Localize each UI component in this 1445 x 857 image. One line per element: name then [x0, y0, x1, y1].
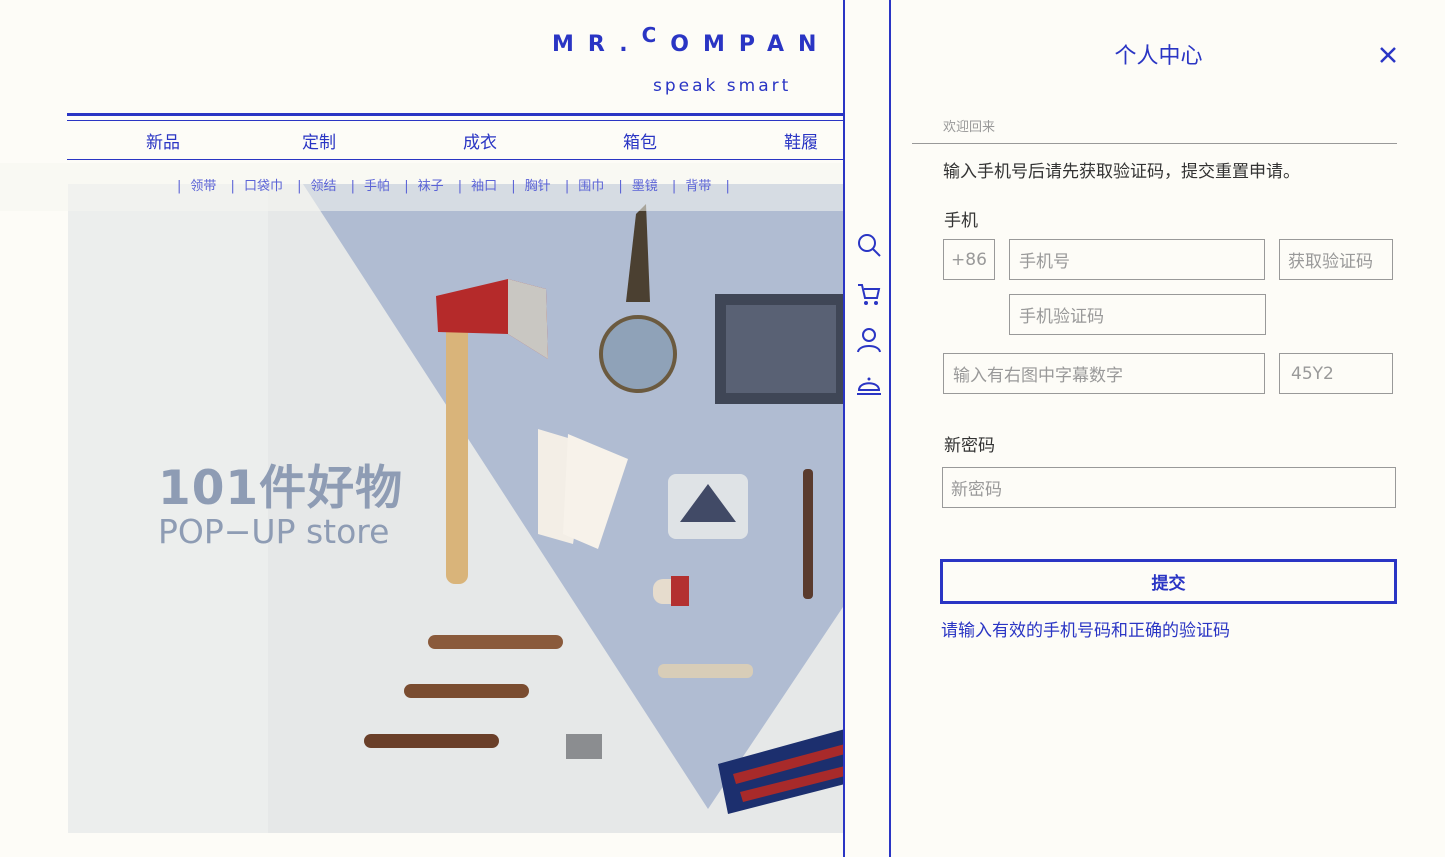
nav-item-new[interactable]: 新品 — [146, 128, 180, 153]
new-password-placeholder: 新密码 — [951, 480, 1002, 500]
new-password-label: 新密码 — [944, 436, 995, 456]
hero-title: 101件好物 — [158, 461, 404, 516]
logo-part-3: OMPAN — [670, 32, 831, 57]
nav-divider-inner — [67, 120, 845, 121]
welcome-text: 欢迎回来 — [943, 120, 996, 135]
hero-banner[interactable]: 101件好物 POP−UP store — [68, 184, 845, 833]
close-icon[interactable] — [1377, 44, 1399, 66]
subnav-item-ties[interactable]: 领带 — [190, 175, 216, 194]
phone-input[interactable]: 手机号 — [1009, 239, 1265, 280]
country-code-value: +86 — [951, 249, 987, 270]
captcha-image[interactable]: 45Y2 — [1279, 353, 1393, 394]
nav-item-bags[interactable]: 箱包 — [623, 128, 657, 153]
get-code-label: 获取验证码 — [1288, 252, 1373, 272]
sms-code-placeholder: 手机验证码 — [1019, 307, 1104, 327]
subnav-item-handkerchiefs[interactable]: 手帕 — [364, 175, 390, 194]
panel-title: 个人中心 — [1114, 44, 1203, 69]
nav-divider-bottom — [67, 159, 845, 160]
nav-item-shoes[interactable]: 鞋履 — [784, 128, 818, 153]
captcha-placeholder: 输入有右图中字幕数字 — [953, 366, 1123, 386]
phone-label: 手机 — [944, 211, 978, 231]
personal-center-panel: 个人中心 欢迎回来 输入手机号后请先获取验证码，提交重置申请。 手机 +86 手… — [891, 0, 1445, 857]
error-message: 请输入有效的手机号码和正确的验证码 — [941, 621, 1230, 641]
captcha-input[interactable]: 输入有右图中字幕数字 — [943, 353, 1265, 394]
page: MR.COMPAN speak smart 新品 定制 成衣 箱包 鞋履 101… — [0, 0, 1445, 857]
subnav-item-brooches[interactable]: 胸针 — [525, 175, 551, 194]
user-icon[interactable] — [856, 327, 882, 353]
nav-item-ready-to-wear[interactable]: 成衣 — [463, 128, 497, 153]
country-code-field[interactable]: +86 — [943, 239, 995, 280]
panel-divider — [912, 143, 1397, 144]
brand-logo[interactable]: MR.COMPAN — [552, 23, 831, 57]
instruction-text: 输入手机号后请先获取验证码，提交重置申请。 — [943, 162, 1300, 182]
logo-part-1: MR. — [552, 32, 642, 57]
phone-placeholder: 手机号 — [1019, 252, 1070, 272]
hero-subtitle: POP−UP store — [158, 512, 390, 551]
storefront: MR.COMPAN speak smart 新品 定制 成衣 箱包 鞋履 101… — [0, 0, 845, 857]
brand-tagline: speak smart — [653, 76, 792, 96]
subnav-item-bowties[interactable]: 领结 — [310, 175, 336, 194]
new-password-input[interactable]: 新密码 — [942, 467, 1396, 508]
sidebar-icon-strip — [843, 0, 891, 857]
subnav-item-cufflinks[interactable]: 袖口 — [471, 175, 497, 194]
sms-code-input[interactable]: 手机验证码 — [1009, 294, 1266, 335]
cloche-icon[interactable] — [856, 373, 882, 399]
subnav-item-sunglasses[interactable]: 墨镜 — [632, 175, 658, 194]
subnav-item-scarves[interactable]: 围巾 — [578, 175, 604, 194]
submit-button[interactable]: 提交 — [940, 559, 1397, 604]
captcha-value: 45Y2 — [1291, 363, 1334, 384]
subnav-item-pocket-squares[interactable]: 口袋巾 — [244, 175, 283, 194]
logo-part-2: C — [641, 23, 671, 47]
nav-item-custom[interactable]: 定制 — [302, 128, 336, 153]
subnav-item-suspenders[interactable]: 背带 — [685, 175, 711, 194]
subnav-item-socks[interactable]: 袜子 — [418, 175, 444, 194]
search-icon[interactable] — [856, 232, 882, 258]
get-code-button[interactable]: 获取验证码 — [1279, 239, 1393, 280]
cart-icon[interactable] — [856, 281, 882, 307]
nav-divider-top — [67, 113, 845, 116]
sub-nav: | 领带 | 口袋巾 | 领结 | 手帕 | 袜子 | 袖口 | 胸针 | 围巾 | 墨镜 | 背带… — [175, 175, 739, 194]
